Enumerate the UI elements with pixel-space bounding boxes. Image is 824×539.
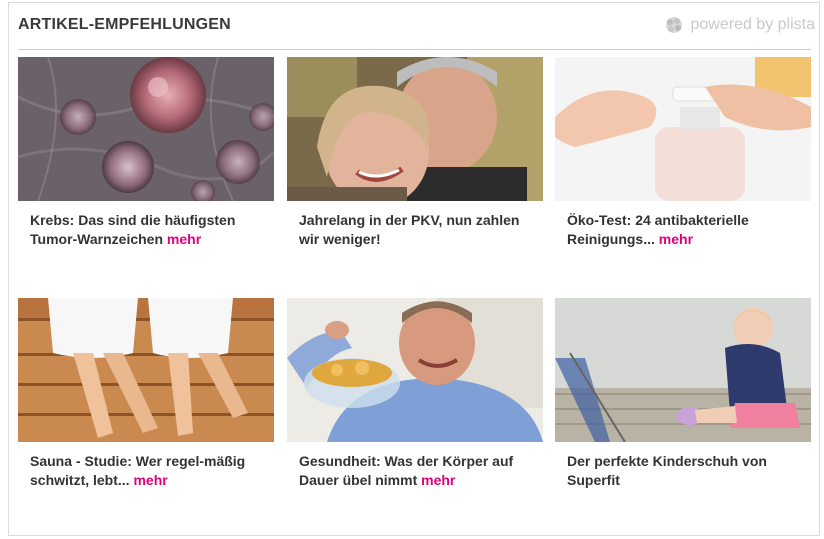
sauna-legs-image: [18, 298, 274, 442]
more-link[interactable]: mehr: [133, 472, 167, 488]
man-eating-chips-image: [287, 298, 543, 442]
article-card[interactable]: Jahrelang in der PKV, nun zahlen wir wen…: [287, 57, 543, 249]
article-card[interactable]: Sauna - Studie: Wer regel-mäßig schwitzt…: [18, 298, 274, 490]
cancer-cells-image: [18, 57, 274, 201]
article-title-text: Krebs: Das sind die häufigsten Tumor-War…: [30, 212, 236, 247]
article-title-text: Der perfekte Kinderschuh von Superfit: [567, 453, 767, 488]
article-title-text: Jahrelang in der PKV, nun zahlen wir wen…: [299, 212, 520, 247]
article-title[interactable]: Der perfekte Kinderschuh von Superfit: [555, 452, 811, 490]
article-title[interactable]: Krebs: Das sind die häufigsten Tumor-War…: [18, 211, 274, 249]
article-card[interactable]: Gesundheit: Was der Körper auf Dauer übe…: [287, 298, 543, 490]
article-title[interactable]: Öko-Test: 24 antibakterielle Reinigungs.…: [555, 211, 811, 249]
senior-couple-image: [287, 57, 543, 201]
article-title[interactable]: Sauna - Studie: Wer regel-mäßig schwitzt…: [18, 452, 274, 490]
article-card[interactable]: Der perfekte Kinderschuh von Superfit: [555, 298, 811, 490]
article-title[interactable]: Jahrelang in der PKV, nun zahlen wir wen…: [287, 211, 543, 249]
article-title-text: Gesundheit: Was der Körper auf Dauer übe…: [299, 453, 514, 488]
article-title[interactable]: Gesundheit: Was der Körper auf Dauer übe…: [287, 452, 543, 490]
article-card[interactable]: Öko-Test: 24 antibakterielle Reinigungs.…: [555, 57, 811, 249]
powered-by-link[interactable]: powered by plista: [664, 15, 815, 35]
toddler-sitting-image: [555, 298, 811, 442]
more-link[interactable]: mehr: [421, 472, 455, 488]
powered-by-label: powered by plista: [690, 16, 815, 33]
soap-dispenser-hands-image: [555, 57, 811, 201]
widget-header: ARTIKEL-EMPFEHLUNGEN powered by plista: [18, 3, 815, 50]
article-card[interactable]: Krebs: Das sind die häufigsten Tumor-War…: [18, 57, 274, 249]
more-link[interactable]: mehr: [167, 231, 201, 247]
more-link[interactable]: mehr: [659, 231, 693, 247]
widget-title: ARTIKEL-EMPFEHLUNGEN: [18, 16, 231, 33]
plista-logo-icon: [664, 15, 684, 35]
